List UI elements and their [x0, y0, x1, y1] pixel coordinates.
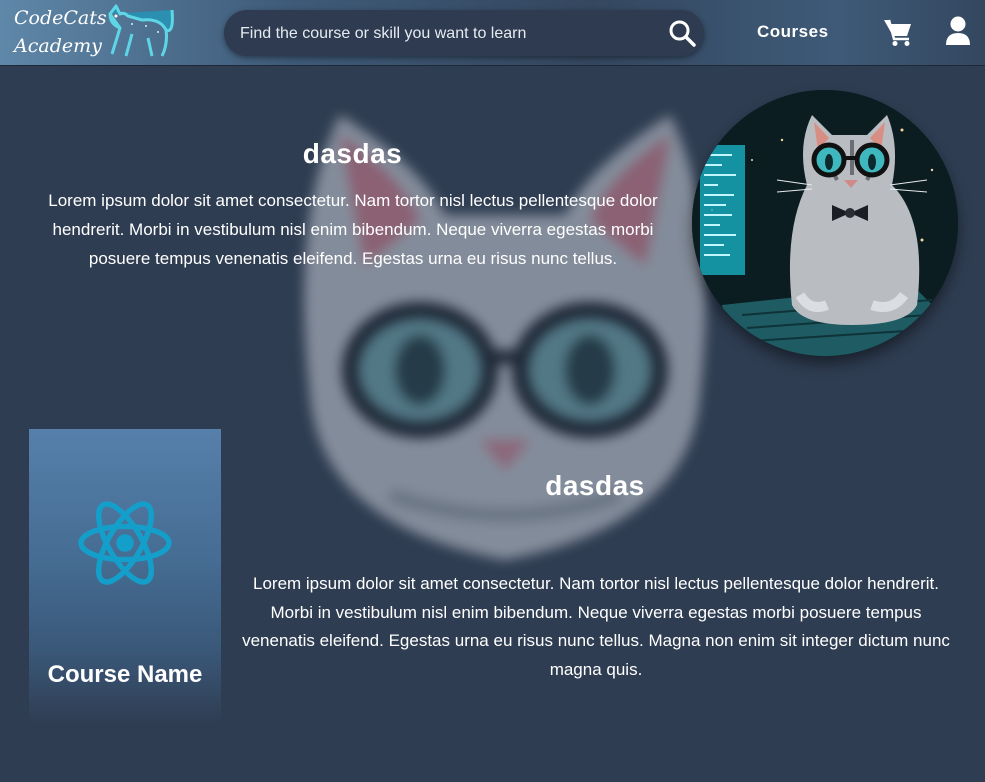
cart-icon[interactable] [883, 17, 913, 47]
hero-title: dasdas [302, 138, 403, 169]
hero-text: Lorem ipsum dolor sit amet consectetur. … [48, 191, 658, 268]
search-bar [224, 10, 704, 56]
cat-icon[interactable] [102, 4, 176, 60]
hero-cat-image [692, 90, 958, 356]
search-icon[interactable] [668, 19, 696, 47]
brand-logo-text[interactable]: CodeCats Academy [14, 4, 107, 60]
react-icon [78, 501, 172, 585]
navbar: CodeCats Academy Courses [0, 0, 985, 66]
user-icon[interactable] [945, 16, 971, 46]
logo-line-1: CodeCats [14, 7, 107, 29]
logo-line-2: Academy [14, 35, 102, 57]
nav-courses-link[interactable]: Courses [757, 22, 829, 42]
course-card-name: Course Name [47, 661, 203, 688]
course-description: Lorem ipsum dolor sit amet consectetur. … [242, 574, 950, 679]
cat-programmer-illustration [692, 90, 958, 356]
course-title: dasdas [545, 470, 645, 501]
search-input[interactable] [238, 20, 662, 48]
course-card[interactable]: Course Name [29, 429, 221, 724]
